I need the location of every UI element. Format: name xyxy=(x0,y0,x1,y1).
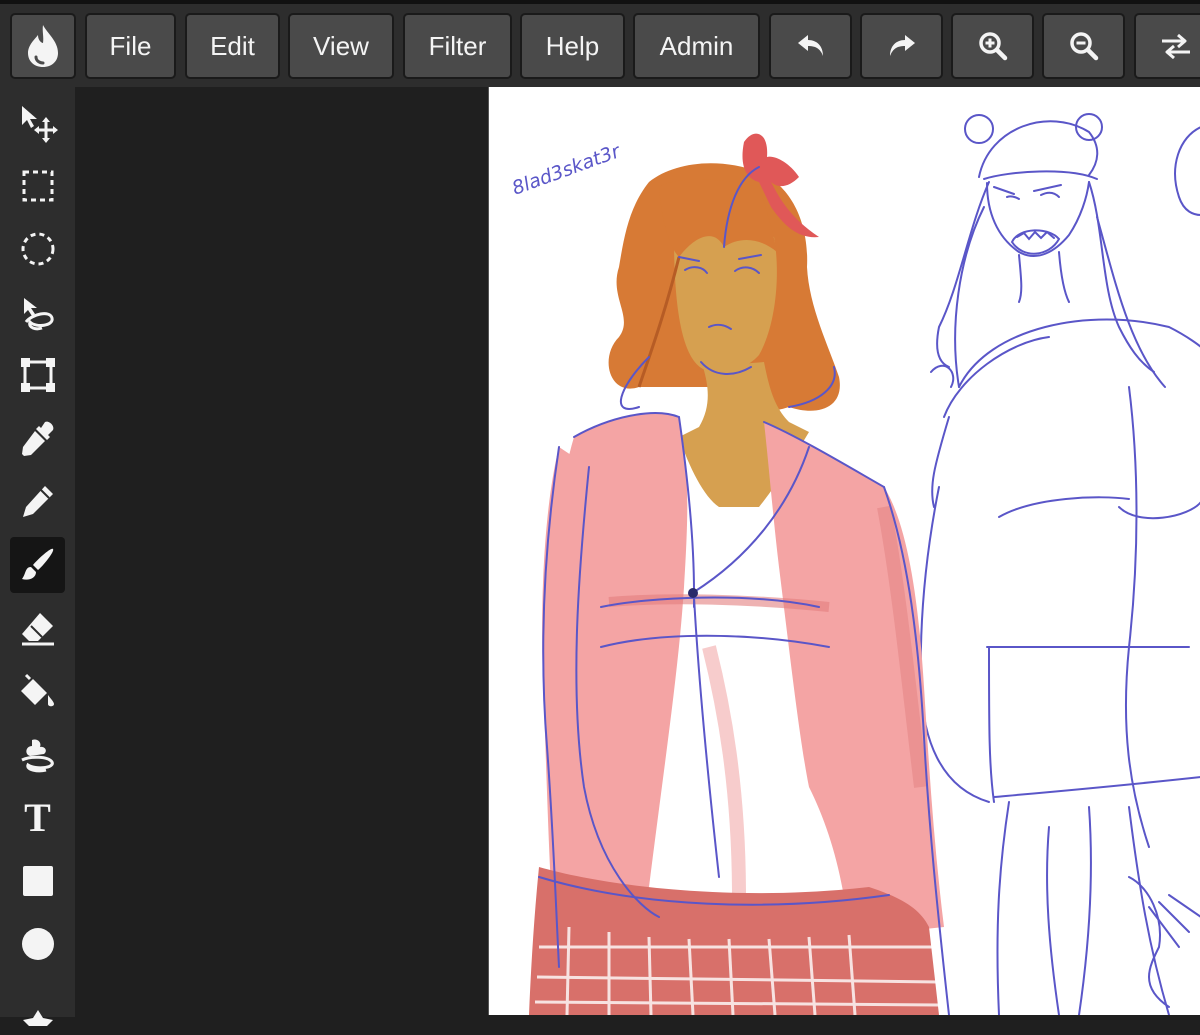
rect-select-tool[interactable] xyxy=(10,158,65,214)
zoom-out-icon xyxy=(1069,32,1098,61)
ellipse-select-tool[interactable] xyxy=(10,221,65,277)
app-logo-button[interactable] xyxy=(10,13,76,79)
text-icon: T xyxy=(24,795,51,840)
transform-tool[interactable] xyxy=(10,347,65,403)
rectangle-icon xyxy=(22,866,53,896)
pencil-tool[interactable] xyxy=(10,473,65,529)
undo-button[interactable] xyxy=(769,13,852,79)
colored-figure xyxy=(529,133,944,1015)
menu-help[interactable]: Help xyxy=(520,13,625,79)
swap-icon xyxy=(1162,33,1190,59)
menu-file[interactable]: File xyxy=(85,13,176,79)
top-menu-bar: File Edit View Filter Help Admin xyxy=(0,0,1200,87)
eraser-icon xyxy=(21,613,54,646)
star-tool[interactable] xyxy=(10,979,65,1035)
rect-select-icon xyxy=(22,170,53,202)
redo-button[interactable] xyxy=(860,13,943,79)
jacket-button xyxy=(688,588,698,598)
swap-button[interactable] xyxy=(1134,13,1200,79)
pencil-icon xyxy=(22,486,53,517)
tool-sidebar: T xyxy=(0,87,75,1026)
move-icon xyxy=(21,106,58,143)
app-logo-icon xyxy=(28,25,58,67)
move-tool[interactable] xyxy=(10,95,65,151)
artwork: 8lad3skat3r xyxy=(509,113,1200,1015)
smudge-icon xyxy=(20,739,54,773)
lasso-tool[interactable] xyxy=(10,284,65,340)
zoom-in-icon xyxy=(978,32,1007,61)
drawing-canvas[interactable]: 8lad3skat3r xyxy=(488,87,1200,1015)
zoom-out-button[interactable] xyxy=(1042,13,1125,79)
menu-admin[interactable]: Admin xyxy=(633,13,760,79)
star-icon xyxy=(22,1010,53,1026)
rectangle-tool[interactable] xyxy=(10,853,65,909)
transform-icon xyxy=(20,358,55,392)
menu-view[interactable]: View xyxy=(288,13,394,79)
lasso-icon xyxy=(23,298,54,331)
jacket-right xyxy=(764,422,944,937)
menu-edit[interactable]: Edit xyxy=(185,13,280,79)
sketch-figure xyxy=(919,113,1200,1015)
paint-bucket-icon xyxy=(20,673,54,707)
bucket-tool[interactable] xyxy=(10,663,65,719)
smudge-tool[interactable] xyxy=(10,726,65,782)
undo-icon xyxy=(797,35,823,56)
brush-icon xyxy=(21,548,53,580)
artist-signature: 8lad3skat3r xyxy=(509,140,624,200)
ellipse-select-icon xyxy=(21,232,54,266)
top-edge-strip xyxy=(0,0,1200,4)
text-tool[interactable]: T xyxy=(10,790,65,846)
menu-filter[interactable]: Filter xyxy=(403,13,512,79)
ellipse-tool[interactable] xyxy=(10,916,65,972)
zoom-in-button[interactable] xyxy=(951,13,1034,79)
brush-tool[interactable] xyxy=(10,537,65,593)
ellipse-icon xyxy=(21,928,54,960)
eyedropper-icon xyxy=(21,421,53,456)
eyedropper-tool[interactable] xyxy=(10,410,65,466)
eraser-tool[interactable] xyxy=(10,600,65,656)
redo-icon xyxy=(889,35,915,56)
